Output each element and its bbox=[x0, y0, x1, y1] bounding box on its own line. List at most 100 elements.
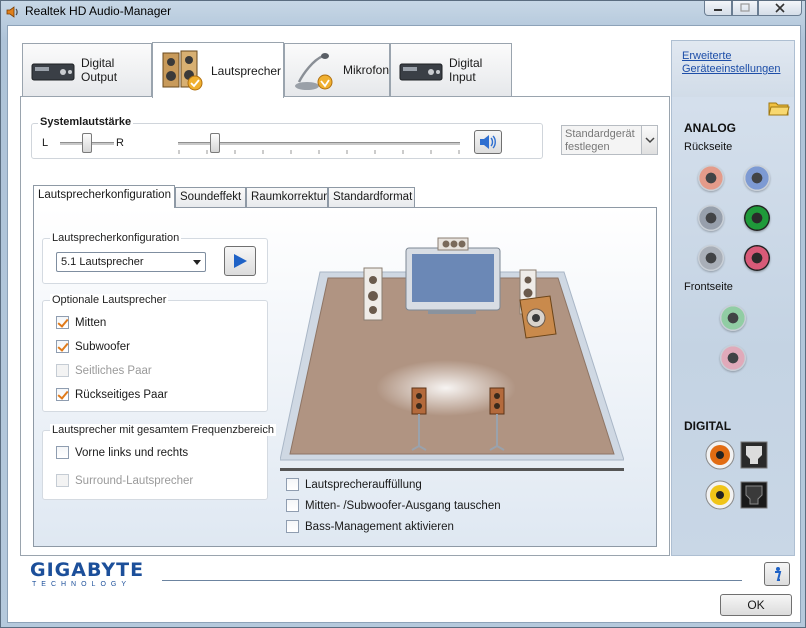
digital-input-icon bbox=[399, 63, 443, 81]
microphone-icon bbox=[295, 53, 333, 90]
volume-ticks bbox=[178, 150, 460, 154]
tab-digital-output[interactable]: Digital Output bbox=[22, 43, 152, 96]
rear-label: Rückseite bbox=[684, 141, 733, 153]
checkbox-label: Subwoofer bbox=[75, 340, 130, 353]
dropdown-button bbox=[641, 126, 657, 154]
checkbox-bass-management[interactable]: Bass-Management aktivieren bbox=[286, 520, 454, 533]
tab-mikrofon[interactable]: Mikrofon bbox=[284, 43, 390, 96]
system-volume-label: Systemlautstärke bbox=[38, 116, 134, 128]
tab-label: Lautsprecherkonfiguration bbox=[38, 189, 171, 201]
footer-divider bbox=[162, 580, 742, 581]
checkbox[interactable] bbox=[286, 520, 299, 533]
default-device-label: Standardgerät festlegen bbox=[565, 128, 635, 153]
volume-slider-track bbox=[178, 142, 460, 145]
checkbox-subwoofer[interactable]: Subwoofer bbox=[56, 340, 130, 353]
speaker-config-value: 5.1 Lautsprecher bbox=[61, 256, 144, 268]
digital-label: DIGITAL bbox=[684, 419, 732, 433]
tab-raumkorrektur[interactable]: Raumkorrektur bbox=[246, 187, 328, 207]
ok-button[interactable]: OK bbox=[720, 594, 792, 616]
brand-name: GIGABYTE bbox=[30, 559, 145, 581]
optical-digital-icon[interactable] bbox=[740, 441, 768, 469]
coaxial-digital-input-icon[interactable] bbox=[704, 479, 736, 511]
tab-label: Raumkorrektur bbox=[251, 191, 328, 203]
advanced-settings-link[interactable]: Erweiterte Geräteeinstellungen bbox=[672, 41, 794, 97]
tab-label: Lautsprecher bbox=[211, 63, 282, 78]
checkbox[interactable] bbox=[286, 499, 299, 512]
info-icon bbox=[775, 567, 782, 581]
folder-icon[interactable] bbox=[768, 99, 790, 117]
speaker-config-select[interactable]: 5.1 Lautsprecher bbox=[56, 252, 206, 272]
tab-label: Standardformat bbox=[333, 191, 413, 203]
title-bar: Realtek HD Audio-Manager bbox=[1, 1, 806, 23]
balance-right-label: R bbox=[116, 137, 124, 149]
jack-front-pink[interactable] bbox=[720, 345, 746, 371]
tab-standardformat[interactable]: Standardformat bbox=[328, 187, 415, 207]
jack-front-green[interactable] bbox=[720, 305, 746, 331]
checkbox[interactable] bbox=[286, 478, 299, 491]
info-button[interactable] bbox=[764, 562, 790, 586]
tab-label: Mikrofon bbox=[343, 63, 390, 77]
volume-slider-thumb[interactable] bbox=[209, 133, 220, 153]
checkbox-label: Mitten- /Subwoofer-Ausgang tauschen bbox=[305, 499, 501, 512]
checkbox-surround: Surround-Lautsprecher bbox=[56, 474, 193, 487]
maximize-button[interactable] bbox=[732, 1, 758, 16]
checkbox-label: Vorne links und rechts bbox=[75, 446, 189, 459]
checkbox-rueckseitiges-paar[interactable]: Rückseitiges Paar bbox=[56, 388, 168, 401]
checkbox-lautsprecherauffuellung[interactable]: Lautsprecherauffüllung bbox=[286, 478, 422, 491]
checkbox[interactable] bbox=[56, 388, 69, 401]
chevron-down-icon bbox=[193, 260, 201, 265]
jack-rear-orange[interactable] bbox=[698, 165, 724, 191]
optical-digital-input-icon[interactable] bbox=[740, 481, 768, 509]
default-device-dropdown[interactable]: Standardgerät festlegen bbox=[561, 125, 658, 155]
jack-rear-silver[interactable] bbox=[698, 245, 724, 271]
realtek-window: Realtek HD Audio-Manager Digital Output bbox=[0, 0, 806, 628]
speaker-app-icon bbox=[6, 6, 18, 18]
tab-label: Soundeffekt bbox=[180, 191, 242, 203]
checkbox-mitten[interactable]: Mitten bbox=[56, 316, 106, 329]
checkbox[interactable] bbox=[56, 316, 69, 329]
checkbox-label: Bass-Management aktivieren bbox=[305, 520, 454, 533]
gigabyte-logo: GIGABYTE TECHNOLOGY bbox=[30, 560, 144, 589]
tab-label: Digital Input bbox=[449, 56, 483, 84]
play-icon bbox=[234, 254, 247, 268]
tab-soundeffekt[interactable]: Soundeffekt bbox=[175, 187, 246, 207]
checkbox-vorne-links-rechts[interactable]: Vorne links und rechts bbox=[56, 446, 188, 459]
minimize-icon bbox=[714, 9, 722, 11]
checkbox-label: Seitliches Paar bbox=[75, 364, 152, 377]
optional-speakers-label: Optionale Lautsprecher bbox=[50, 294, 169, 306]
speaker-config-label: Lautsprecherkonfiguration bbox=[50, 232, 182, 244]
jack-rear-pink[interactable] bbox=[744, 245, 770, 271]
checkbox-mitten-subwoofer-tauschen[interactable]: Mitten- /Subwoofer-Ausgang tauschen bbox=[286, 499, 501, 512]
close-icon bbox=[775, 3, 785, 13]
checkbox-label: Rückseitiges Paar bbox=[75, 388, 168, 401]
checkbox bbox=[56, 364, 69, 377]
tab-lautsprecherkonfiguration[interactable]: Lautsprecherkonfiguration bbox=[33, 185, 175, 208]
fullrange-label: Lautsprecher mit gesamtem Frequenzbereic… bbox=[50, 424, 276, 436]
jack-rear-blue[interactable] bbox=[744, 165, 770, 191]
minimize-button[interactable] bbox=[704, 1, 732, 16]
tab-label: Digital Output bbox=[81, 56, 118, 84]
speaker-panel: Systemlautstärke L R Standardgerät festl… bbox=[20, 96, 670, 556]
coaxial-digital-icon[interactable] bbox=[704, 439, 736, 471]
close-button[interactable] bbox=[758, 1, 802, 16]
play-test-button[interactable] bbox=[224, 246, 256, 276]
checkbox bbox=[56, 474, 69, 487]
checkbox-label: Surround-Lautsprecher bbox=[75, 474, 194, 487]
checkbox[interactable] bbox=[56, 446, 69, 459]
speaker-volume-icon bbox=[480, 135, 496, 149]
tab-digital-input[interactable]: Digital Input bbox=[390, 43, 512, 96]
digital-output-icon bbox=[31, 63, 75, 81]
jack-rear-green[interactable] bbox=[744, 205, 770, 231]
front-label: Frontseite bbox=[684, 281, 733, 293]
balance-slider-thumb[interactable] bbox=[82, 133, 92, 153]
fullrange-group bbox=[42, 430, 268, 500]
chevron-down-icon bbox=[645, 137, 655, 144]
mute-button[interactable] bbox=[474, 130, 502, 154]
speaker-room-illustration[interactable] bbox=[280, 210, 624, 476]
jack-rear-gray[interactable] bbox=[698, 205, 724, 231]
client-area: Digital Output Lautsprecher Mikrofon Dig… bbox=[7, 25, 801, 623]
checkbox-label: Mitten bbox=[75, 316, 107, 329]
brand-subtitle: TECHNOLOGY bbox=[32, 581, 132, 588]
tab-lautsprecher[interactable]: Lautsprecher bbox=[152, 42, 284, 98]
checkbox[interactable] bbox=[56, 340, 69, 353]
